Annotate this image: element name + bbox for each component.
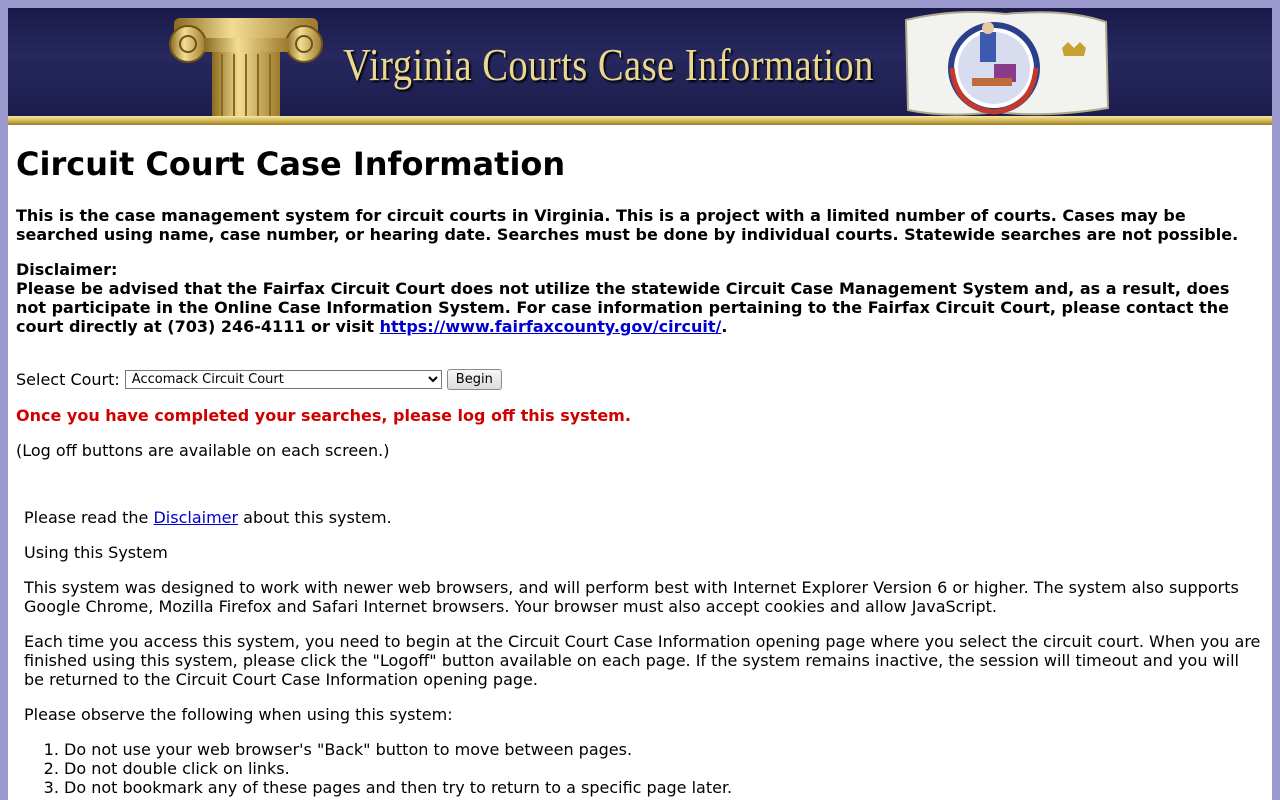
intro-line-2: searched using name, case number, or hea… <box>16 225 1239 244</box>
header-banner: Virginia Courts Case Information <box>8 8 1272 116</box>
begin-button[interactable]: Begin <box>446 368 502 390</box>
disclaimer-period: . <box>721 317 728 336</box>
read-disclaimer-text: Please read the Disclaimer about this sy… <box>24 508 1264 527</box>
virginia-seal-flag-icon <box>904 11 1110 116</box>
logoff-note: (Log off buttons are available on each s… <box>16 441 390 460</box>
observe-heading: Please observe the following when using … <box>24 705 453 724</box>
main-content: Circuit Court Case Information This is t… <box>8 146 1272 797</box>
using-system-heading: Using this System <box>24 543 168 562</box>
session-info-paragraph: Each time you access this system, you ne… <box>24 632 1261 689</box>
fairfax-circuit-link[interactable]: https://www.fairfaxcounty.gov/circuit/ <box>380 317 722 336</box>
disclaimer-block: Disclaimer: Please be advised that the F… <box>16 260 1264 336</box>
disclaimer-line-1: Please be advised that the Fairfax Circu… <box>16 279 1230 298</box>
list-item: Do not bookmark any of these pages and t… <box>64 778 1264 797</box>
intro-line-1: This is the case management system for c… <box>16 206 1186 225</box>
read-before-text: Please read the <box>24 508 154 527</box>
logoff-warning: Once you have completed your searches, p… <box>16 406 631 425</box>
disclaimer-label: Disclaimer: <box>16 260 118 279</box>
banner-title: Virginia Courts Case Information <box>343 39 874 90</box>
court-select-row: Select Court: Accomack Circuit Court Beg… <box>16 368 1264 390</box>
disclaimer-contact-text: court directly at (703) 246-4111 or visi… <box>16 317 380 336</box>
list-item: Do not use your web browser's "Back" but… <box>64 740 1264 759</box>
court-select-dropdown[interactable]: Accomack Circuit Court <box>124 369 442 389</box>
system-info-section: Please read the Disclaimer about this sy… <box>16 508 1264 797</box>
browser-info-paragraph: This system was designed to work with ne… <box>24 578 1239 616</box>
intro-paragraph: This is the case management system for c… <box>16 206 1264 244</box>
disclaimer-link[interactable]: Disclaimer <box>153 508 238 527</box>
usage-rules-list: Do not use your web browser's "Back" but… <box>24 740 1264 797</box>
list-item: Do not double click on links. <box>64 759 1264 778</box>
select-court-label: Select Court: <box>16 369 120 389</box>
page-title: Circuit Court Case Information <box>16 145 566 183</box>
read-after-text: about this system. <box>238 508 392 527</box>
page-frame: Virginia Courts Case Information Circuit… <box>8 8 1272 800</box>
disclaimer-line-3: court directly at (703) 246-4111 or visi… <box>16 317 1264 336</box>
ionic-column-icon <box>169 18 323 116</box>
disclaimer-line-2: not participate in the Online Case Infor… <box>16 298 1229 317</box>
header-gold-bar <box>8 116 1272 125</box>
